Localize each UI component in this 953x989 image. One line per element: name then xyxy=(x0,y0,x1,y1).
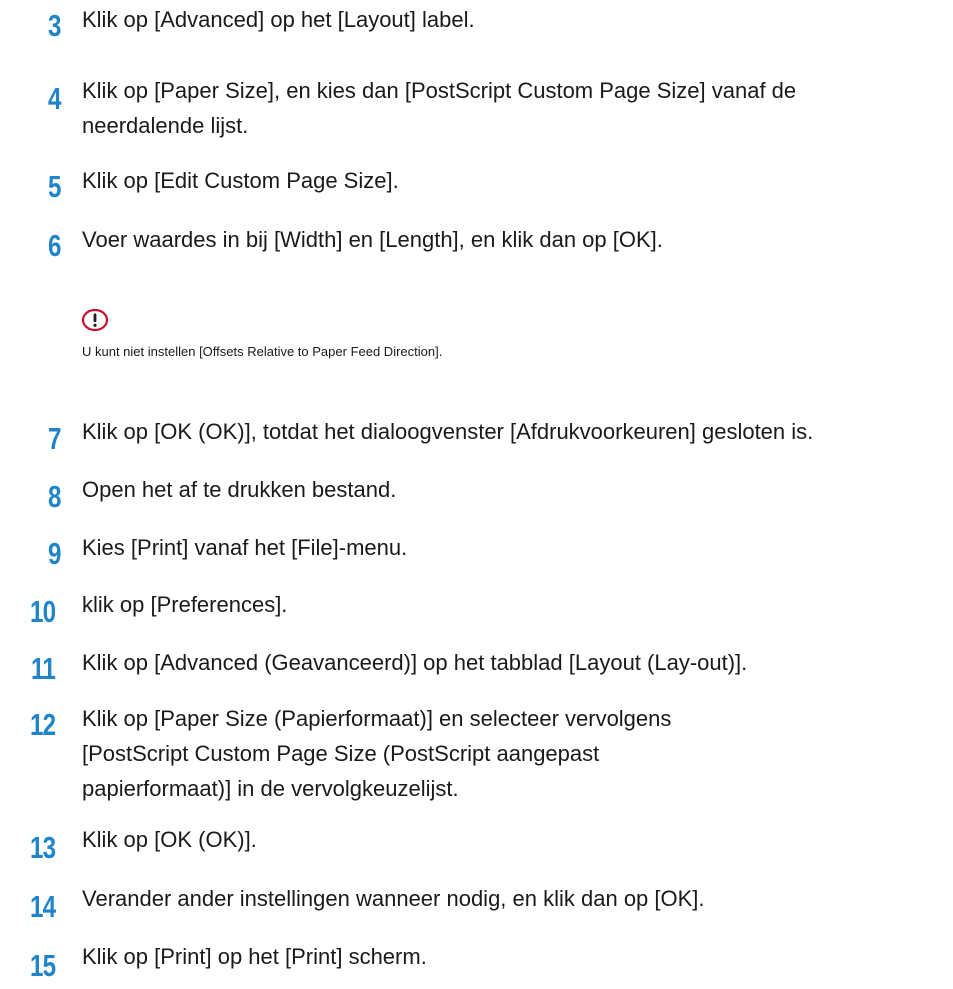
step-text: klik op [Preferences]. xyxy=(82,592,288,617)
step-number: 7 xyxy=(48,421,61,456)
step-number: 11 xyxy=(31,651,56,686)
step-text: Klik op [Advanced] op het [Layout] label… xyxy=(82,7,475,32)
step-number: 5 xyxy=(48,169,61,204)
step-number: 10 xyxy=(30,594,56,629)
step-text: Klik op [OK (OK)], totdat het dialoogven… xyxy=(82,419,814,444)
step-text: Klik op [OK (OK)]. xyxy=(82,827,257,852)
step-number: 12 xyxy=(30,707,56,742)
step-number: 15 xyxy=(30,948,56,983)
caution-icon xyxy=(81,308,109,332)
step-text: Klik op [Print] op het [Print] scherm. xyxy=(82,944,427,969)
step-number: 13 xyxy=(30,830,56,865)
step-number: 8 xyxy=(48,479,61,514)
step-text: Klik op [Paper Size (Papierformaat)] en … xyxy=(82,706,672,801)
step-text: Voer waardes in bij [Width] en [Length],… xyxy=(82,227,663,252)
step-text: Klik op [Paper Size], en kies dan [PostS… xyxy=(82,78,797,138)
step-text: Klik op [Advanced (Geavanceerd)] op het … xyxy=(82,650,748,675)
note-text: U kunt niet instellen [Offsets Relative … xyxy=(82,344,443,359)
step-text: Kies [Print] vanaf het [File]-menu. xyxy=(82,535,408,560)
step-text: Verander ander instellingen wanneer nodi… xyxy=(82,886,705,911)
step-number: 9 xyxy=(48,536,61,571)
step-number: 4 xyxy=(48,81,61,116)
step-number: 3 xyxy=(48,8,61,43)
step-text: Klik op [Edit Custom Page Size]. xyxy=(82,168,399,193)
step-number: 6 xyxy=(48,228,61,263)
step-number: 14 xyxy=(30,889,56,924)
step-text: Open het af te drukken bestand. xyxy=(82,477,397,502)
